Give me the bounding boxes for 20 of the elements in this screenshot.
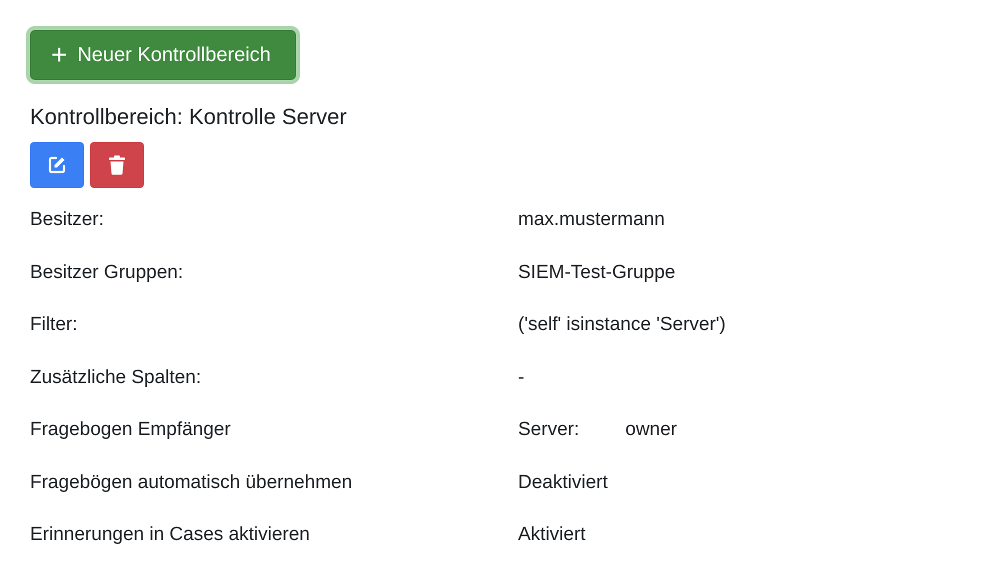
detail-label: Fragebogen Empfänger <box>30 419 232 442</box>
trash-icon <box>108 155 126 175</box>
detail-label: Erinnerungen in Cases aktivieren <box>30 524 311 546</box>
detail-value: Deaktiviert <box>518 472 608 494</box>
detail-value: - <box>518 366 524 389</box>
detail-value: owner <box>625 419 677 442</box>
detail-value: Aktiviert <box>518 524 586 546</box>
detail-value: Server: <box>518 419 580 442</box>
section-title: Kontrollbereich: Kontrolle Server <box>30 104 348 130</box>
detail-label: Besitzer: <box>30 209 105 232</box>
detail-label: Filter: <box>30 314 78 336</box>
detail-value: ('self' isinstance 'Server') <box>518 314 726 336</box>
detail-label: Zusätzliche Spalten: <box>30 366 202 389</box>
detail-label: Fragebögen automatisch übernehmen <box>30 472 354 494</box>
edit-icon <box>47 155 67 175</box>
detail-label: Besitzer Gruppen: <box>30 262 184 284</box>
detail-value: SIEM-Test-Gruppe <box>518 262 676 284</box>
edit-button[interactable] <box>30 142 84 188</box>
detail-value: max.mustermann <box>518 209 665 232</box>
delete-button[interactable] <box>90 142 144 188</box>
